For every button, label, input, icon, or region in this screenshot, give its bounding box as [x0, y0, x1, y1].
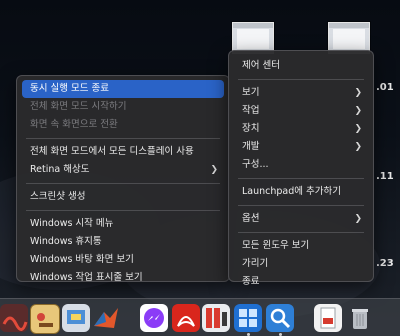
menu-item-picture-in-picture: 화면 속 화면으로 전환	[22, 116, 224, 134]
menu-item-label: 구성...	[242, 159, 269, 170]
menu-item-label: 동시 실행 모드 종료	[30, 83, 109, 94]
menu-separator	[238, 232, 364, 233]
menu-separator	[238, 79, 364, 80]
system-icon[interactable]	[0, 304, 28, 332]
menu-item-add-launchpad[interactable]: Launchpad에 추가하기	[234, 183, 368, 201]
trash-icon[interactable]	[346, 304, 374, 332]
menu-item-screenshot[interactable]: 스크린샷 생성	[22, 188, 224, 206]
chevron-right-icon: ❯	[354, 124, 362, 134]
menu-item-options[interactable]: 옵션 ❯	[234, 210, 368, 228]
chevron-right-icon: ❯	[354, 106, 362, 116]
menu-item-exit-coherence[interactable]: 동시 실행 모드 종료	[22, 80, 224, 98]
chevron-right-icon: ❯	[210, 165, 218, 175]
menu-separator	[26, 138, 220, 139]
menu-item-label: 작업	[242, 105, 260, 116]
menu-item-actions[interactable]: 작업 ❯	[234, 102, 368, 120]
menu-item-windows-desktop[interactable]: Windows 바탕 화면 보기	[22, 251, 224, 269]
windows-icon[interactable]	[234, 304, 262, 332]
menu-item-show-all-windows[interactable]: 모든 윈도우 보기	[234, 237, 368, 255]
menu-item-develop[interactable]: 개발 ❯	[234, 138, 368, 156]
desktop-label: .11	[376, 171, 394, 182]
menu-item-label: Windows 바탕 화면 보기	[30, 254, 134, 265]
dock	[0, 298, 400, 336]
menu-item-label: 화면 속 화면으로 전환	[30, 119, 118, 130]
menu-item-label: 개발	[242, 141, 260, 152]
search-app-icon[interactable]	[266, 304, 294, 332]
menu-item-windows-trash[interactable]: Windows 휴지통	[22, 233, 224, 251]
preview-icon[interactable]	[62, 304, 90, 332]
menu-item-label: 보기	[242, 87, 260, 98]
desktop-label: .23	[376, 258, 394, 269]
menu-item-label: 옵션	[242, 213, 260, 224]
desktop-label: .01	[376, 82, 394, 93]
document-icon[interactable]	[314, 304, 342, 332]
menu-item-all-displays[interactable]: 전체 화면 모드에서 모든 디스플레이 사용	[22, 143, 224, 161]
menu-item-control-center[interactable]: 제어 센터	[234, 57, 368, 75]
dock-context-menu: 제어 센터 보기 ❯ 작업 ❯ 장치 ❯ 개발 ❯ 구성... Launchpad에 추…	[228, 50, 374, 287]
menu-separator	[26, 210, 220, 211]
app-context-menu: 동시 실행 모드 종료 전체 화면 모드 시작하기 화면 속 화면으로 전환 전…	[16, 75, 230, 283]
chevron-right-icon: ❯	[354, 214, 362, 224]
menu-item-label: Windows 시작 메뉴	[30, 218, 114, 229]
menu-item-windows-start[interactable]: Windows 시작 메뉴	[22, 215, 224, 233]
desktop: .01 .11 .23 동시 실행 모드 종료 전체 화면 모드 시작하기 화면…	[0, 0, 400, 336]
menu-item-label: 모든 윈도우 보기	[242, 240, 310, 251]
messenger-icon[interactable]	[140, 304, 168, 332]
menu-item-view[interactable]: 보기 ❯	[234, 84, 368, 102]
menu-item-retina[interactable]: Retina 해상도 ❯	[22, 161, 224, 179]
menu-separator	[26, 183, 220, 184]
menu-item-label: 제어 센터	[242, 60, 280, 71]
menu-item-label: 스크린샷 생성	[30, 191, 86, 202]
menu-item-label: 장치	[242, 123, 260, 134]
menu-item-devices[interactable]: 장치 ❯	[234, 120, 368, 138]
menu-item-fullscreen: 전체 화면 모드 시작하기	[22, 98, 224, 116]
menu-item-label: Retina 해상도	[30, 164, 90, 175]
menu-item-windows-taskbar[interactable]: Windows 작업 표시줄 보기	[22, 269, 224, 287]
parallels-icon[interactable]	[202, 304, 230, 332]
menu-item-label: 전체 화면 모드 시작하기	[30, 101, 127, 112]
menu-item-quit[interactable]: 종료	[234, 273, 368, 291]
menu-item-label: 종료	[242, 276, 260, 287]
menu-item-label: Windows 휴지통	[30, 236, 102, 247]
menu-item-label: Launchpad에 추가하기	[242, 186, 342, 197]
menu-item-label: Windows 작업 표시줄 보기	[30, 272, 143, 283]
menu-item-hide[interactable]: 가리기	[234, 255, 368, 273]
chevron-right-icon: ❯	[354, 142, 362, 152]
menu-separator	[238, 178, 364, 179]
chevron-right-icon: ❯	[354, 88, 362, 98]
toolbox-icon[interactable]	[30, 304, 60, 334]
menu-item-label: 전체 화면 모드에서 모든 디스플레이 사용	[30, 146, 194, 157]
menu-item-configure[interactable]: 구성...	[234, 156, 368, 174]
matlab-icon[interactable]	[92, 304, 120, 332]
menu-separator	[238, 205, 364, 206]
menu-item-label: 가리기	[242, 258, 269, 269]
acrobat-icon[interactable]	[172, 304, 200, 332]
